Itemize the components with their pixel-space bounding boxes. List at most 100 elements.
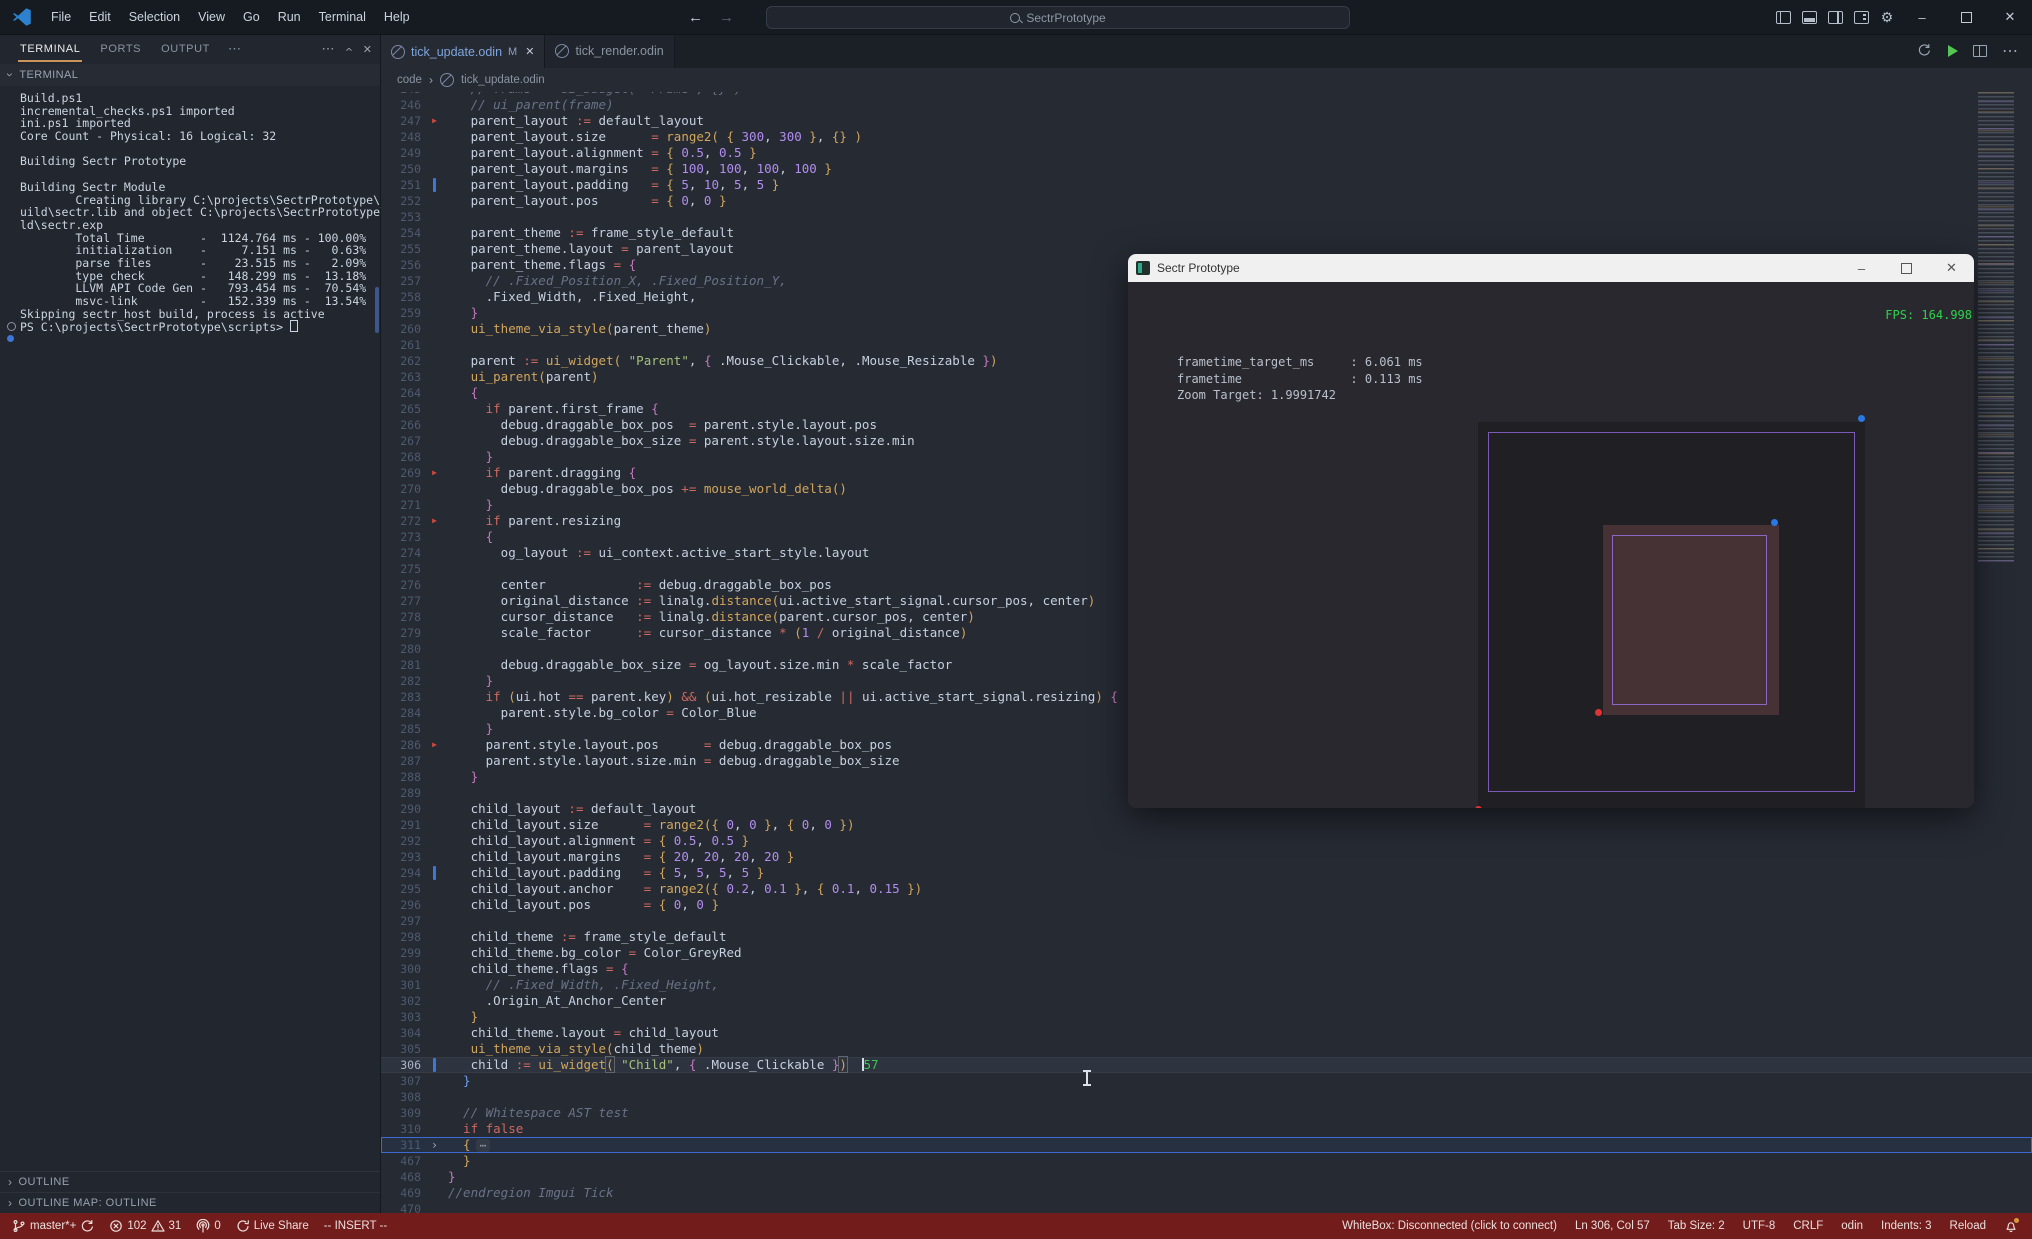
sectr-titlebar[interactable]: Sectr Prototype – ✕ — [1128, 254, 1974, 282]
window-close-button[interactable]: ✕ — [1988, 0, 2032, 34]
run-button[interactable] — [1948, 45, 1958, 57]
code-line-293[interactable]: 293 child_layout.margins = { 20, 20, 20,… — [381, 849, 2032, 865]
code-line-301[interactable]: 301 // .Fixed_Width, .Fixed_Height, — [381, 977, 2032, 993]
code-line-247[interactable]: 247 ▶ parent_layout := default_layout — [381, 113, 2032, 129]
toggle-secondary-sidebar-icon[interactable] — [1822, 0, 1848, 34]
panel-tab-ports[interactable]: PORTS — [92, 35, 149, 64]
cursor-position[interactable]: Ln 306, Col 57 — [1575, 1220, 1650, 1232]
code-line-250[interactable]: 250 parent_layout.margins = { 100, 100, … — [381, 161, 2032, 177]
window-maximize-button[interactable] — [1944, 0, 1988, 34]
menu-view[interactable]: View — [189, 0, 234, 34]
panel-more-icon[interactable]: ⋯ — [321, 41, 334, 57]
panel-tab-output[interactable]: OUTPUT — [153, 35, 218, 64]
sectr-content[interactable]: FPS: 164.998 frametime_target_ms : 6.061… — [1128, 282, 1974, 808]
section-outline-map-outline[interactable]: › OUTLINE MAP: OUTLINE — [0, 1192, 380, 1213]
code-line-292[interactable]: 292 child_layout.alignment = { 0.5, 0.5 … — [381, 833, 2032, 849]
code-line-303[interactable]: 303 } — [381, 1009, 2032, 1025]
code-line-310[interactable]: 310 if false — [381, 1121, 2032, 1137]
sectr-close-button[interactable]: ✕ — [1929, 254, 1974, 282]
whitebox-status[interactable]: WhiteBox: Disconnected (click to connect… — [1342, 1220, 1557, 1232]
code-line-249[interactable]: 249 parent_layout.alignment = { 0.5, 0.5… — [381, 145, 2032, 161]
indents-indicator[interactable]: Indents: 3 — [1881, 1220, 1932, 1232]
problems-item[interactable]: 102 31 — [109, 1219, 181, 1233]
split-editor-icon[interactable] — [1973, 45, 1987, 57]
git-branch-item[interactable]: master*+ — [12, 1219, 94, 1233]
panel-tab-terminal[interactable]: TERMINAL — [12, 35, 88, 64]
breadcrumb[interactable]: code › tick_update.odin — [381, 68, 2032, 92]
code-line-298[interactable]: 298 child_theme := frame_style_default — [381, 929, 2032, 945]
section-outline[interactable]: › OUTLINE — [0, 1171, 380, 1192]
code-line-299[interactable]: 299 child_theme.bg_color = Color_GreyRed — [381, 945, 2032, 961]
code-line-294[interactable]: 294 child_layout.padding = { 5, 5, 5, 5 … — [381, 865, 2032, 881]
live-share-item[interactable]: Live Share — [236, 1219, 309, 1233]
code-line-248[interactable]: 248 parent_layout.size = range2( { 300, … — [381, 129, 2032, 145]
breadcrumb-folder[interactable]: code — [397, 74, 422, 86]
toggle-sidebar-icon[interactable] — [1770, 0, 1796, 34]
error-icon — [109, 1219, 123, 1233]
toggle-panel-icon[interactable] — [1796, 0, 1822, 34]
terminal-prompt[interactable]: PS C:\projects\SectrPrototype\scripts> — [7, 320, 376, 334]
menu-selection[interactable]: Selection — [120, 0, 189, 34]
panel-tabs-more-icon[interactable]: ⋯ — [222, 41, 247, 57]
language-indicator[interactable]: odin — [1841, 1220, 1863, 1232]
code-line-308[interactable]: 308 — [381, 1089, 2032, 1105]
panel-maximize-icon[interactable]: › — [341, 47, 356, 51]
code-line-470[interactable]: 470 — [381, 1201, 2032, 1213]
sectr-maximize-button[interactable] — [1884, 254, 1929, 282]
terminal-output[interactable]: Build.ps1 incremental_checks.ps1 imported… — [0, 86, 408, 346]
reload-button[interactable]: Reload — [1950, 1220, 1986, 1232]
code-line-295[interactable]: 295 child_layout.anchor = range2({ 0.2, … — [381, 881, 2032, 897]
customize-layout-icon[interactable] — [1848, 0, 1874, 34]
editor-more-icon[interactable]: ⋯ — [2002, 41, 2018, 61]
back-icon[interactable]: ← — [688, 9, 703, 26]
tab-tick-update[interactable]: tick_update.odin M ✕ — [381, 34, 546, 68]
menu-file[interactable]: File — [42, 0, 80, 34]
breadcrumb-file[interactable]: tick_update.odin — [461, 74, 545, 86]
code-line-252[interactable]: 252 parent_layout.pos = { 0, 0 } — [381, 193, 2032, 209]
eol-indicator[interactable]: CRLF — [1793, 1220, 1823, 1232]
minimap[interactable] — [1978, 92, 2014, 562]
code-line-469[interactable]: 469 //endregion Imgui Tick — [381, 1185, 2032, 1201]
terminal-scrollbar[interactable] — [375, 287, 379, 333]
command-center-search[interactable]: SectrPrototype — [766, 6, 1350, 29]
code-line-300[interactable]: 300 child_theme.flags = { — [381, 961, 2032, 977]
menu-go[interactable]: Go — [234, 0, 269, 34]
debug-dot-blue — [1771, 519, 1778, 526]
code-line-304[interactable]: 304 child_theme.layout = child_layout — [381, 1025, 2032, 1041]
menu-terminal[interactable]: Terminal — [310, 0, 375, 34]
code-line-305[interactable]: 305 ui_theme_via_style(child_theme) — [381, 1041, 2032, 1057]
code-line-296[interactable]: 296 child_layout.pos = { 0, 0 } — [381, 897, 2032, 913]
code-line-311[interactable]: 311 › {⋯ — [381, 1137, 2032, 1153]
code-line-302[interactable]: 302 .Origin_At_Anchor_Center — [381, 993, 2032, 1009]
code-line-246[interactable]: 246 // ui_parent(frame) — [381, 97, 2032, 113]
code-line-467[interactable]: 467 } — [381, 1153, 2032, 1169]
code-line-251[interactable]: 251 parent_layout.padding = { 5, 10, 5, … — [381, 177, 2032, 193]
tab-tick-render[interactable]: tick_render.odin — [545, 34, 675, 68]
run-task-icon[interactable] — [1917, 43, 1933, 59]
tab-close-icon[interactable]: ✕ — [525, 45, 534, 58]
code-line-306[interactable]: 306 child := ui_widget( "Child", { .Mous… — [381, 1056, 2032, 1073]
sectr-prototype-window[interactable]: Sectr Prototype – ✕ FPS: 164.998 frameti… — [1128, 254, 1974, 808]
code-line-297[interactable]: 297 — [381, 913, 2032, 929]
tab-size-indicator[interactable]: Tab Size: 2 — [1668, 1220, 1725, 1232]
window-minimize-button[interactable]: – — [1900, 0, 1944, 34]
notifications-bell[interactable] — [2004, 1218, 2019, 1233]
code-line-309[interactable]: 309 // Whitespace AST test — [381, 1105, 2032, 1121]
menu-help[interactable]: Help — [375, 0, 419, 34]
code-line-253[interactable]: 253 — [381, 209, 2032, 225]
gear-icon[interactable]: ⚙ — [1874, 0, 1900, 34]
menu-edit[interactable]: Edit — [80, 0, 120, 34]
encoding-indicator[interactable]: UTF-8 — [1743, 1220, 1776, 1232]
forward-icon[interactable]: → — [719, 9, 734, 26]
terminal-section-header[interactable]: › TERMINAL — [0, 64, 380, 86]
sectr-minimize-button[interactable]: – — [1839, 254, 1884, 282]
code-line-468[interactable]: 468} — [381, 1169, 2032, 1185]
terminal-line: msvc-link - 152.339 ms - 13.54% — [20, 294, 367, 308]
menu-run[interactable]: Run — [269, 0, 310, 34]
line-number: 259 — [400, 306, 421, 320]
code-line-291[interactable]: 291 child_layout.size = range2({ 0, 0 },… — [381, 817, 2032, 833]
code-line-307[interactable]: 307 } — [381, 1073, 2032, 1089]
ports-item[interactable]: 0 — [196, 1218, 221, 1233]
code-line-254[interactable]: 254 parent_theme := frame_style_default — [381, 225, 2032, 241]
panel-close-icon[interactable]: ✕ — [363, 43, 372, 56]
